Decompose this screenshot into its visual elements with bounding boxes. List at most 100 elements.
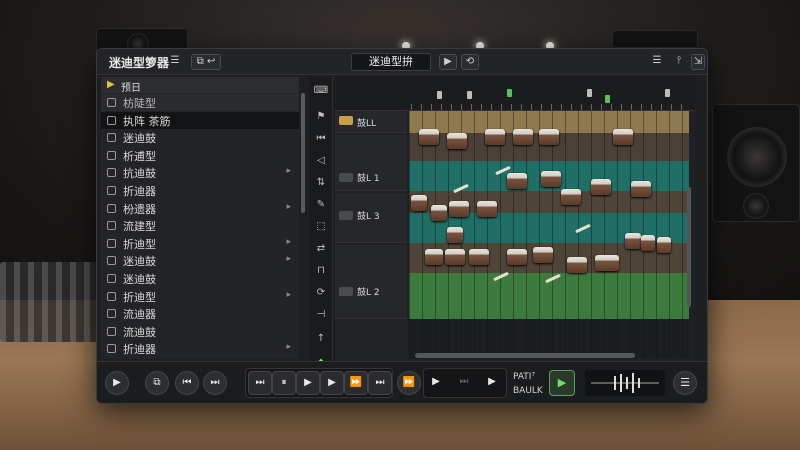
skip-button[interactable]: ⏭: [452, 371, 476, 395]
list-menu-button[interactable]: ☰: [673, 371, 697, 395]
drum-note[interactable]: [469, 249, 489, 265]
play-button[interactable]: ▶: [320, 371, 344, 395]
loop-icon[interactable]: ⟳: [313, 285, 329, 301]
drum-note[interactable]: [591, 179, 611, 195]
browser-item[interactable]: 流迪器: [101, 305, 299, 322]
window-mode-button[interactable]: ⧉ ↩: [191, 54, 221, 70]
browser-item[interactable]: 析逋型: [101, 147, 299, 164]
loop-start-marker[interactable]: [437, 91, 442, 99]
play-preview-button[interactable]: ▶: [439, 54, 457, 70]
ruler-tick: [601, 104, 602, 110]
browser-item[interactable]: 折迪型 ▸: [101, 288, 299, 305]
keyboard-icon[interactable]: ⌨: [313, 83, 329, 99]
drum-note[interactable]: [539, 129, 559, 145]
browser-item[interactable]: 迷迪鼓: [101, 129, 299, 146]
drum-note[interactable]: [431, 205, 447, 221]
browser-header[interactable]: ▶ 预日: [101, 77, 299, 94]
pattern-play-button[interactable]: ▶: [549, 370, 575, 396]
project-title[interactable]: 迷迪型拚: [351, 53, 431, 71]
flag-icon[interactable]: ⚑: [313, 109, 329, 125]
select-icon[interactable]: ⬚: [313, 219, 329, 235]
pause-button[interactable]: ⏸: [272, 371, 296, 395]
pencil-icon[interactable]: ✎: [313, 197, 329, 213]
drum-note[interactable]: [641, 235, 655, 251]
next-marker-button[interactable]: ⏭: [203, 371, 227, 395]
drum-note[interactable]: [477, 201, 497, 217]
cue-marker[interactable]: [467, 91, 472, 99]
browser-item[interactable]: 折迪器: [101, 182, 299, 199]
browser-item[interactable]: 流迪鼓: [101, 323, 299, 340]
browser-item[interactable]: 流建型: [101, 217, 299, 234]
fast-forward-button[interactable]: ⏩: [397, 371, 421, 395]
track-header[interactable]: 鼓L 3: [335, 193, 407, 243]
grid-v-scrollbar[interactable]: [687, 187, 691, 307]
fast-forward-button[interactable]: ⏩: [344, 371, 368, 395]
drum-note[interactable]: [507, 249, 527, 265]
step-icon[interactable]: ⇅: [313, 175, 329, 191]
browser-scrollbar[interactable]: [301, 93, 305, 213]
skip-end-button[interactable]: ⏭: [368, 371, 392, 395]
browser-item[interactable]: 枌遗器 ▸: [101, 200, 299, 217]
play-button[interactable]: ▶: [424, 371, 448, 395]
drum-note[interactable]: [631, 181, 651, 197]
browser-item[interactable]: 迷迪鼓: [101, 270, 299, 287]
chevron-right-icon: ▸: [286, 166, 291, 177]
previous-button[interactable]: ⏮: [175, 371, 199, 395]
play-button[interactable]: ▶: [480, 371, 504, 395]
browser-item[interactable]: 执阵 茶筋: [101, 111, 299, 129]
ruler-tick: [561, 104, 562, 110]
up-arrow-icon[interactable]: ↑: [313, 331, 329, 347]
browser-item[interactable]: 抗迪鼓 ▸: [101, 164, 299, 181]
mixer-icon[interactable]: ⫯: [671, 54, 687, 70]
drum-note[interactable]: [411, 195, 427, 211]
track-header[interactable]: 鼓LL: [335, 111, 407, 133]
triangle-icon[interactable]: ◁: [313, 153, 329, 169]
drum-note[interactable]: [613, 129, 633, 145]
loop-button[interactable]: ⟲: [461, 54, 479, 70]
menu-icon[interactable]: ☰: [167, 54, 183, 70]
browser-item-label: 枌遗器: [123, 202, 156, 216]
grid-h-scrollbar[interactable]: [415, 353, 635, 358]
drum-note[interactable]: [533, 247, 553, 263]
drum-note[interactable]: [625, 233, 641, 249]
drum-note[interactable]: [513, 129, 533, 145]
drum-note[interactable]: [449, 201, 469, 217]
drum-note[interactable]: [445, 249, 465, 265]
drum-note[interactable]: [657, 237, 671, 253]
drum-note[interactable]: [561, 189, 581, 205]
split-icon[interactable]: ⊣: [313, 307, 329, 323]
drum-note[interactable]: [567, 257, 587, 273]
track-header[interactable]: 鼓L 1: [335, 135, 407, 191]
loop-end-marker[interactable]: [665, 89, 670, 97]
track-header[interactable]: 鼓L 2: [335, 245, 407, 319]
lock-icon[interactable]: ⊓: [313, 263, 329, 279]
drum-note[interactable]: [485, 129, 505, 145]
export-icon[interactable]: ⇲: [691, 54, 705, 70]
instrument-icon: [107, 326, 116, 336]
ruler-tick: [461, 104, 462, 110]
drum-note[interactable]: [447, 227, 463, 243]
cue-marker[interactable]: [507, 89, 512, 97]
chevron-right-icon: ▸: [286, 289, 291, 300]
skip-forward-button[interactable]: ⏭: [248, 371, 272, 395]
shuffle-icon[interactable]: ⇄: [313, 241, 329, 257]
rewind-marker-icon[interactable]: ⏮: [313, 131, 329, 147]
drum-note[interactable]: [507, 173, 527, 189]
play-button[interactable]: ▶: [105, 371, 129, 395]
cue-marker[interactable]: [605, 95, 610, 103]
drum-note[interactable]: [541, 171, 561, 187]
ruler-tick: [651, 104, 652, 110]
cue-marker[interactable]: [587, 89, 592, 97]
browser-item[interactable]: 折迪型 ▸: [101, 235, 299, 252]
browser-item[interactable]: 折迪器 ▸: [101, 340, 299, 357]
drum-note[interactable]: [419, 129, 439, 145]
drum-note[interactable]: [595, 255, 619, 271]
timeline-ruler[interactable]: [335, 77, 695, 111]
play-button[interactable]: ▶: [296, 371, 320, 395]
drum-note[interactable]: [425, 249, 443, 265]
drum-note[interactable]: [447, 133, 467, 149]
browser-item[interactable]: 迷迪鼓 ▸: [101, 252, 299, 269]
browser-item[interactable]: 枋陡型: [101, 94, 299, 111]
screen-button[interactable]: ⧉: [145, 371, 169, 395]
list-icon[interactable]: ☰: [649, 54, 665, 70]
